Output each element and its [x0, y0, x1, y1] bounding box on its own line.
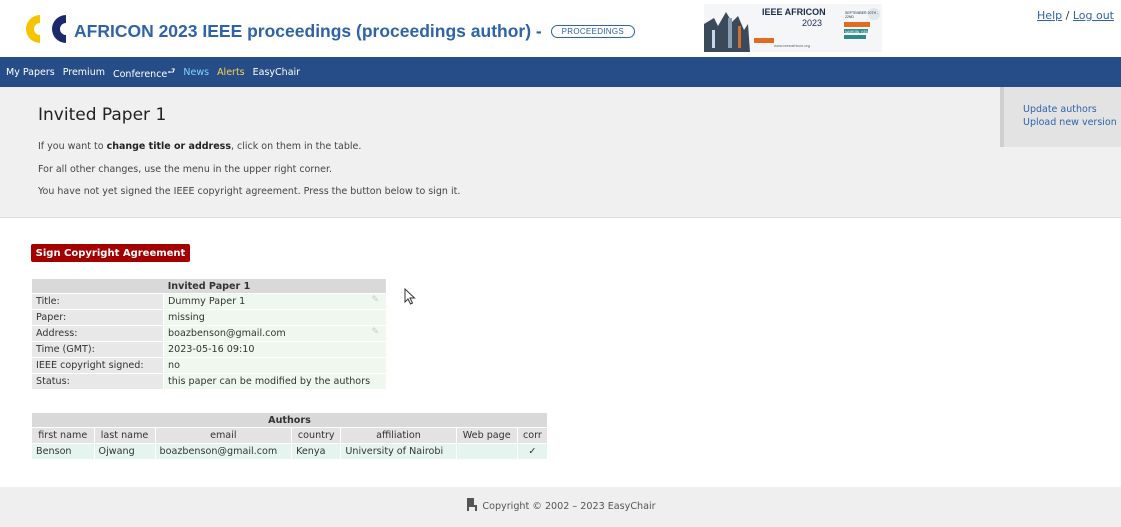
banner-location: NAIROBI, KENYA — [845, 30, 873, 34]
author-corresponding-check-icon: ✓ — [516, 443, 549, 460]
svg-text:www.ieeeafricon.org: www.ieeeafricon.org — [774, 43, 810, 48]
line1-bold: change title or address — [106, 141, 231, 152]
main-nav: My Papers Premium Conference⮐ News Alert… — [0, 57, 1121, 87]
table-row: Time (GMT): 2023-05-16 09:10 — [31, 341, 387, 358]
easychair-logo — [26, 15, 66, 43]
column-header: first name — [31, 427, 95, 444]
nav-conference-label: Conference — [112, 69, 168, 80]
row-key: Time (GMT): — [31, 341, 164, 358]
paper-table-caption: Invited Paper 1 — [31, 278, 387, 294]
address-cell[interactable]: boazbenson@gmail.com ✎ — [163, 325, 387, 342]
column-header: last name — [93, 427, 156, 444]
banner-dates: SEPTEMBER 20TH - 22ND — [845, 11, 879, 19]
conference-banner: www.ieeeafricon.org IEEE AFRICON 2023 SE… — [704, 4, 882, 52]
paper-heading: Invited Paper 1 — [38, 105, 167, 125]
banner-year: 2023 — [802, 18, 823, 28]
row-value: Dummy Paper 1 — [168, 296, 246, 307]
nav-news[interactable]: News — [183, 67, 209, 78]
table-row: Status: this paper can be modified by th… — [31, 373, 387, 390]
nav-my-papers[interactable]: My Papers — [6, 67, 55, 78]
authors-header-row: first name last name email country affil… — [31, 427, 549, 444]
column-header: affiliation — [340, 427, 457, 444]
paper-table: Invited Paper 1 Title: Dummy Paper 1 ✎ Pa… — [31, 278, 387, 390]
line1-prefix: If you want to — [38, 141, 107, 152]
table-row[interactable]: Address: boazbenson@gmail.com ✎ — [31, 325, 387, 342]
row-value: no — [163, 357, 387, 374]
banner-name: IEEE AFRICON — [762, 7, 826, 17]
row-key: Address: — [31, 325, 164, 342]
author-country: Kenya — [291, 443, 342, 460]
nav-premium[interactable]: Premium — [63, 67, 105, 78]
table-row: Paper: missing — [31, 309, 387, 326]
return-arrow-icon: ⮐ — [167, 67, 176, 77]
nav-alerts[interactable]: Alerts — [217, 67, 245, 78]
table-row: IEEE copyright signed: no — [31, 357, 387, 374]
row-value: boazbenson@gmail.com — [168, 328, 286, 339]
row-value: 2023-05-16 09:10 — [163, 341, 387, 358]
mouse-cursor-icon — [404, 288, 416, 305]
row-value: missing — [163, 309, 387, 326]
column-header: Web page — [455, 427, 518, 444]
table-row: Benson Ojwang boazbenson@gmail.com Kenya… — [31, 443, 549, 460]
nav-conference[interactable]: Conference⮐ — [113, 64, 175, 80]
column-header: email — [154, 427, 293, 444]
chair-icon — [467, 498, 478, 511]
sign-copyright-button[interactable]: Sign Copyright Agreement — [31, 244, 190, 262]
instruction-line-1: If you want to change title or address, … — [38, 141, 361, 152]
side-menu: Update authors Upload new version — [1000, 87, 1121, 147]
pencil-icon[interactable]: ✎ — [371, 295, 379, 305]
row-value: this paper can be modified by the author… — [163, 373, 387, 390]
row-key: Title: — [31, 293, 164, 310]
upload-new-version-link[interactable]: Upload new version — [1023, 116, 1121, 129]
line1-suffix: , click on them in the table. — [231, 141, 362, 152]
link-separator: / — [1065, 9, 1070, 22]
instruction-line-2: For all other changes, use the menu in t… — [38, 164, 333, 175]
title-cell[interactable]: Dummy Paper 1 ✎ — [163, 293, 387, 310]
instruction-line-3: You have not yet signed the IEEE copyrig… — [38, 186, 461, 197]
pencil-icon[interactable]: ✎ — [371, 327, 379, 337]
top-bar: AFRICON 2023 IEEE proceedings (proceedin… — [0, 0, 1121, 57]
conference-title: AFRICON 2023 IEEE proceedings (proceedin… — [74, 21, 542, 41]
top-links: Help / Log out — [1037, 9, 1114, 22]
info-panel: Invited Paper 1 If you want to change ti… — [0, 87, 1121, 218]
table-row[interactable]: Title: Dummy Paper 1 ✎ — [31, 293, 387, 310]
logout-link[interactable]: Log out — [1073, 9, 1114, 22]
nav-easychair[interactable]: EasyChair — [253, 67, 300, 78]
author-affiliation: University of Nairobi — [340, 443, 457, 460]
proceedings-badge[interactable]: PROCEEDINGS — [550, 25, 636, 38]
row-key: Paper: — [31, 309, 164, 326]
authors-table-caption: Authors — [31, 412, 548, 428]
authors-table: Authors first name last name email count… — [31, 412, 549, 460]
column-header: corr — [516, 427, 549, 444]
row-key: IEEE copyright signed: — [31, 357, 164, 374]
copyright-text: Copyright © 2002 – 2023 EasyChair — [482, 501, 656, 512]
author-first-name: Benson — [31, 443, 95, 460]
column-header: country — [291, 427, 342, 444]
author-last-name: Ojwang — [93, 443, 156, 460]
row-key: Status: — [31, 373, 164, 390]
footer: Copyright © 2002 – 2023 EasyChair — [0, 487, 1121, 527]
author-email: boazbenson@gmail.com — [154, 443, 293, 460]
page-title: AFRICON 2023 IEEE proceedings (proceedin… — [74, 21, 636, 42]
help-link[interactable]: Help — [1037, 9, 1062, 22]
author-web-page — [455, 443, 518, 460]
update-authors-link[interactable]: Update authors — [1023, 103, 1121, 116]
